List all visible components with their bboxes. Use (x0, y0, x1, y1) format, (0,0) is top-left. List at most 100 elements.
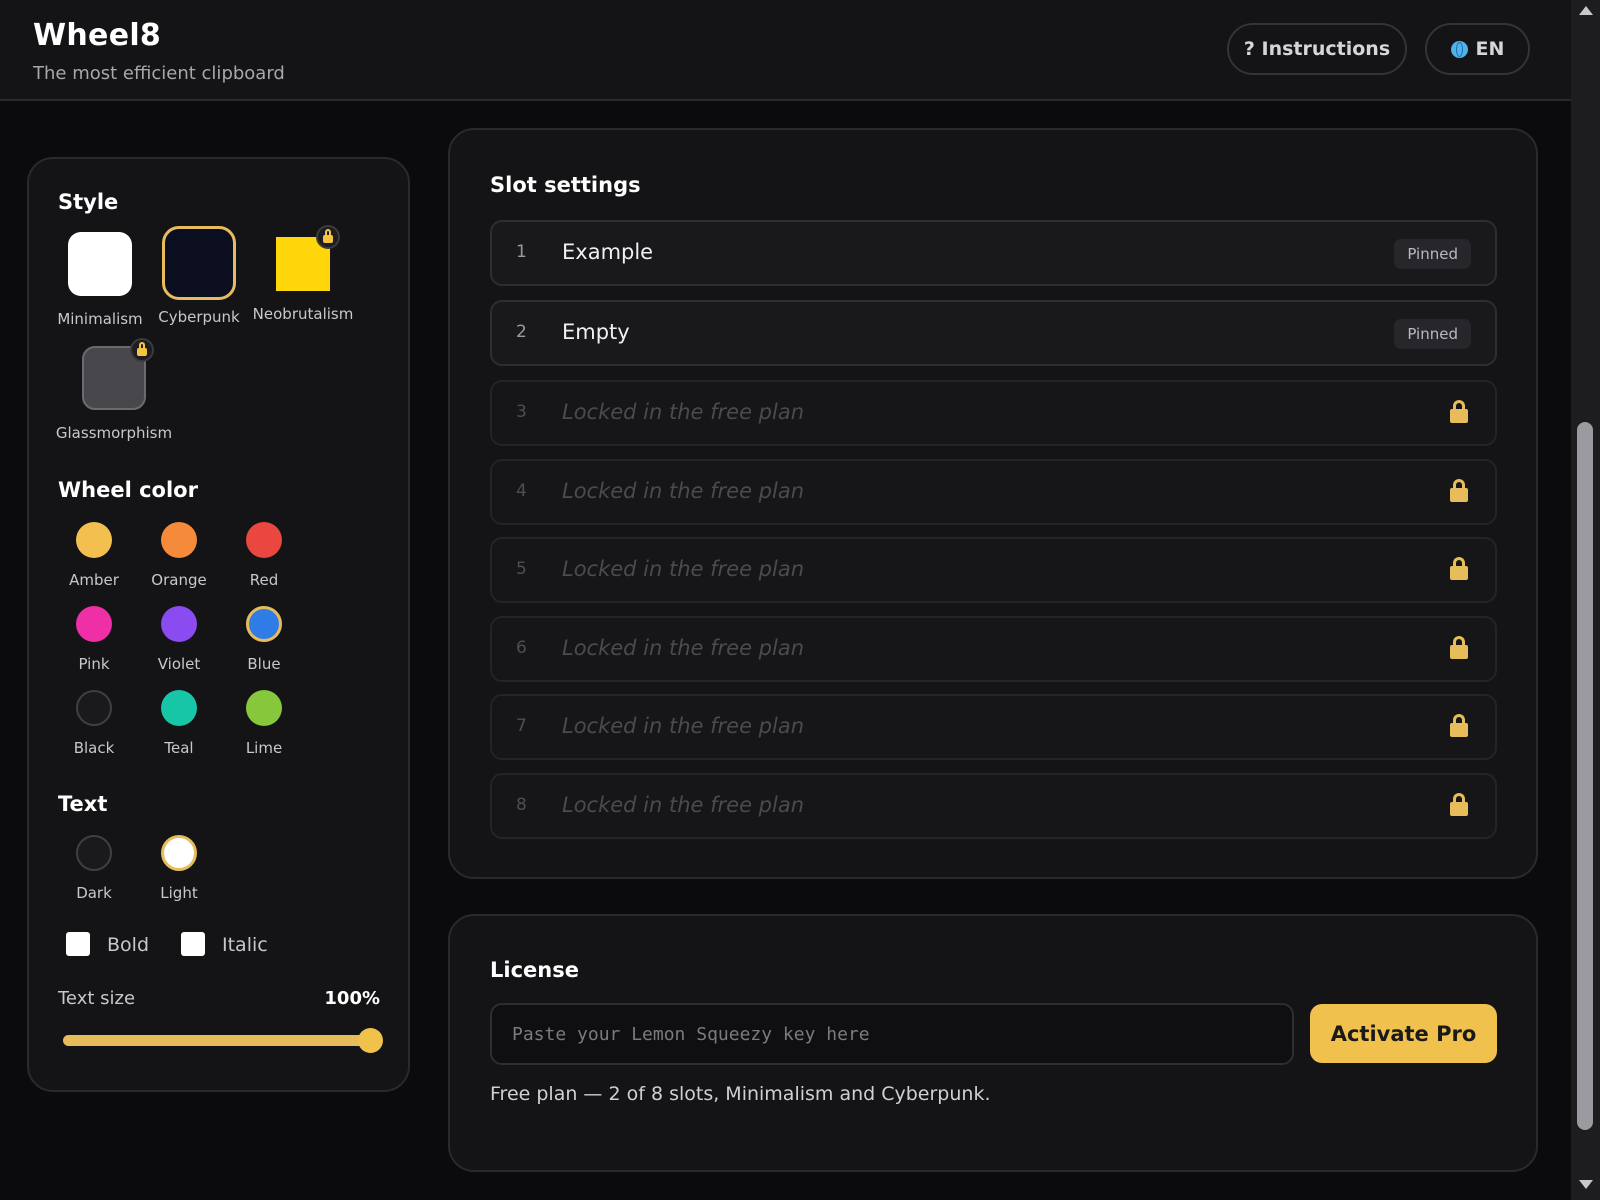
slot-number: 1 (516, 242, 527, 262)
instructions-button[interactable]: ? Instructions (1227, 23, 1407, 75)
color-label: Violet (157, 655, 201, 673)
color-label: Blue (247, 655, 281, 673)
lock-icon (130, 338, 154, 362)
style-option-label: Glassmorphism (55, 424, 173, 442)
bold-label: Bold (107, 934, 149, 956)
license-key-input[interactable] (490, 1003, 1294, 1065)
text-size-value: 100% (324, 988, 380, 1009)
wheel-color-amber[interactable]: Amber (49, 522, 139, 589)
style-option-cyberpunk[interactable]: Cyberpunk (154, 226, 244, 326)
slot-text: Locked in the free plan (562, 400, 805, 424)
bold-checkbox[interactable] (66, 932, 90, 956)
style-option-label: Neobrutalism (252, 305, 354, 323)
slot-text: Locked in the free plan (562, 479, 805, 503)
pinned-badge: Pinned (1394, 319, 1471, 349)
slot-text: Example (562, 240, 654, 264)
wheel-color-lime[interactable]: Lime (219, 690, 309, 757)
style-heading: Style (58, 190, 119, 214)
slot-row-5: 5 Locked in the free plan (490, 537, 1497, 603)
minimalism-swatch (68, 232, 132, 296)
lock-icon (1450, 636, 1468, 659)
color-dot (161, 835, 197, 871)
color-dot (76, 606, 112, 642)
slot-row-2[interactable]: 2 Empty Pinned (490, 300, 1497, 366)
license-plan-note: Free plan — 2 of 8 slots, Minimalism and… (490, 1083, 991, 1105)
instructions-label: ? Instructions (1243, 38, 1391, 60)
wheel-color-red[interactable]: Red (219, 522, 309, 589)
color-dot (76, 522, 112, 558)
lock-icon (1450, 557, 1468, 580)
globe-icon (1450, 40, 1468, 58)
style-option-glassmorphism[interactable]: Glassmorphism (54, 338, 174, 442)
app-title: Wheel8 (33, 18, 162, 53)
style-option-neobrutalism[interactable]: Neobrutalism (252, 225, 354, 323)
slot-row-8: 8 Locked in the free plan (490, 773, 1497, 839)
color-label: Orange (151, 571, 207, 589)
neobrutalism-swatch (276, 225, 340, 291)
wheel-color-violet[interactable]: Violet (134, 606, 224, 673)
color-dot (161, 522, 197, 558)
slot-row-7: 7 Locked in the free plan (490, 694, 1497, 760)
activate-pro-button[interactable]: Activate Pro (1310, 1004, 1497, 1063)
license-heading: License (490, 958, 579, 982)
slot-text: Locked in the free plan (562, 636, 805, 660)
page-scrollbar[interactable] (1571, 0, 1600, 1200)
slot-text: Empty (562, 320, 630, 344)
slot-number: 3 (516, 402, 527, 422)
language-label: EN (1475, 38, 1505, 60)
slot-number: 2 (516, 322, 527, 342)
slot-settings-heading: Slot settings (490, 173, 641, 197)
lock-icon (316, 225, 340, 249)
slot-text: Locked in the free plan (562, 557, 805, 581)
color-label: Lime (245, 739, 283, 757)
app-header: Wheel8 The most efficient clipboard ? In… (0, 0, 1571, 101)
color-dot (161, 606, 197, 642)
wheel-color-blue[interactable]: Blue (219, 606, 309, 673)
color-label: Dark (76, 884, 112, 902)
text-size-slider-thumb[interactable] (358, 1028, 383, 1053)
wheel-color-black[interactable]: Black (49, 690, 139, 757)
language-button[interactable]: EN (1425, 23, 1530, 75)
italic-checkbox[interactable] (181, 932, 205, 956)
lock-icon (1450, 793, 1468, 816)
wheel-color-teal[interactable]: Teal (134, 690, 224, 757)
slot-row-3: 3 Locked in the free plan (490, 380, 1497, 446)
slot-row-4: 4 Locked in the free plan (490, 459, 1497, 525)
lock-icon (1450, 400, 1468, 423)
glassmorphism-swatch (82, 338, 154, 410)
text-size-slider-track[interactable] (63, 1035, 373, 1046)
scroll-up-arrow-icon[interactable] (1579, 6, 1593, 15)
text-color-dark[interactable]: Dark (49, 835, 139, 902)
color-dot (246, 690, 282, 726)
app-subtitle: The most efficient clipboard (33, 63, 285, 84)
color-dot (76, 690, 112, 726)
slot-row-1[interactable]: 1 Example Pinned (490, 220, 1497, 286)
text-color-light[interactable]: Light (134, 835, 224, 902)
scrollbar-thumb[interactable] (1577, 422, 1593, 1130)
italic-label: Italic (222, 934, 268, 956)
wheel-color-pink[interactable]: Pink (49, 606, 139, 673)
text-heading: Text (58, 792, 108, 816)
slot-text: Locked in the free plan (562, 714, 805, 738)
scroll-down-arrow-icon[interactable] (1579, 1180, 1593, 1189)
slot-number: 4 (516, 481, 527, 501)
style-option-minimalism[interactable]: Minimalism (55, 232, 145, 328)
cyberpunk-swatch (162, 226, 236, 300)
slot-number: 5 (516, 559, 527, 579)
color-dot (161, 690, 197, 726)
color-dot (76, 835, 112, 871)
style-option-label: Minimalism (57, 310, 143, 328)
slot-text: Locked in the free plan (562, 793, 805, 817)
slot-row-6: 6 Locked in the free plan (490, 616, 1497, 682)
slot-number: 7 (516, 716, 527, 736)
color-label: Teal (164, 739, 194, 757)
slot-number: 6 (516, 638, 527, 658)
lock-icon (1450, 479, 1468, 502)
color-dot (246, 522, 282, 558)
color-label: Amber (69, 571, 119, 589)
style-option-label: Cyberpunk (158, 308, 240, 326)
slot-number: 8 (516, 795, 527, 815)
wheel-color-heading: Wheel color (58, 478, 198, 502)
pinned-badge: Pinned (1394, 239, 1471, 269)
wheel-color-orange[interactable]: Orange (134, 522, 224, 589)
